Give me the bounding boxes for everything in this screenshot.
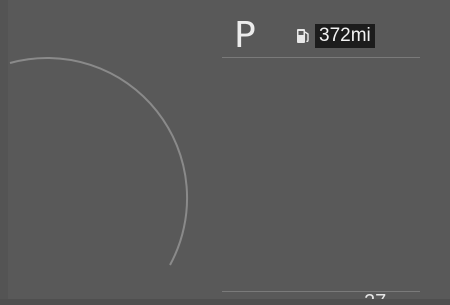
gauge-arc bbox=[9, 57, 189, 266]
top-divider bbox=[222, 57, 420, 58]
bottom-divider bbox=[222, 291, 420, 292]
bottom-edge-shade bbox=[0, 299, 450, 305]
fuel-pump-icon bbox=[297, 29, 309, 43]
gear-indicator: P bbox=[234, 15, 256, 56]
instrument-cluster-display: P 372mi 27 bbox=[0, 0, 450, 305]
range-readout: 372mi bbox=[315, 24, 375, 48]
